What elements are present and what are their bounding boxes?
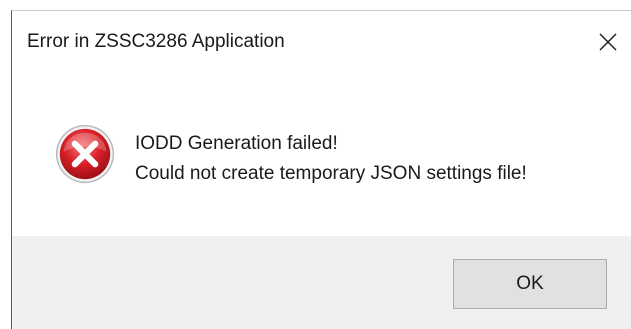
error-dialog: Error in ZSSC3286 Application IODD Gener… bbox=[11, 10, 631, 329]
message-line-1: IODD Generation failed! bbox=[135, 133, 338, 154]
button-bar: OK bbox=[12, 236, 631, 329]
message-line-2: Could not create temporary JSON settings… bbox=[135, 163, 527, 184]
ok-button[interactable]: OK bbox=[453, 259, 607, 309]
error-message: IODD Generation failed! Could not create… bbox=[135, 129, 527, 189]
dialog-content: IODD Generation failed! Could not create… bbox=[12, 73, 631, 236]
title-bar[interactable]: Error in ZSSC3286 Application bbox=[12, 11, 631, 73]
close-icon bbox=[599, 33, 617, 51]
close-button[interactable] bbox=[585, 19, 631, 65]
dialog-title: Error in ZSSC3286 Application bbox=[27, 31, 285, 52]
error-icon bbox=[55, 124, 115, 184]
